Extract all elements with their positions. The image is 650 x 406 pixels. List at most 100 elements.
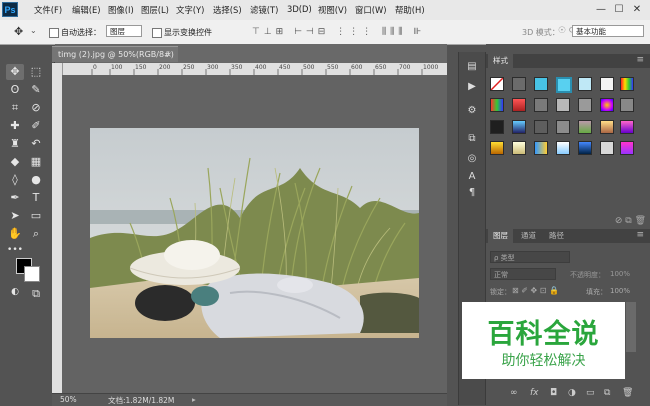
adjustments-icon[interactable]: ⚙: [465, 104, 479, 118]
maximize-button[interactable]: ☐: [612, 3, 626, 17]
style-swatch[interactable]: [600, 77, 614, 91]
gradient-tool[interactable]: ▦: [27, 154, 45, 170]
document-image[interactable]: [90, 128, 419, 338]
menu-edit[interactable]: 编辑(E): [72, 4, 101, 16]
background-color-swatch[interactable]: [24, 266, 40, 282]
marquee-tool[interactable]: ⬚: [27, 64, 45, 80]
magic-wand-tool[interactable]: ✎: [27, 82, 45, 98]
menu-3d[interactable]: 3D(D): [287, 4, 312, 14]
menu-file[interactable]: 文件(F): [34, 4, 62, 16]
show-transform-checkbox[interactable]: [152, 28, 162, 38]
style-swatch[interactable]: [556, 98, 570, 112]
type-tool[interactable]: T: [27, 190, 45, 206]
info-icon[interactable]: ◎: [465, 152, 479, 166]
actions-icon[interactable]: ▶: [465, 80, 479, 94]
style-swatch[interactable]: [512, 98, 526, 112]
paragraph-icon[interactable]: ¶: [465, 186, 479, 200]
style-swatch[interactable]: [600, 120, 614, 134]
style-swatch[interactable]: [620, 98, 634, 112]
menu-filter[interactable]: 滤镜(T): [250, 4, 278, 16]
history-brush-tool[interactable]: ↶: [27, 136, 45, 152]
opacity-value[interactable]: 100%: [610, 270, 630, 278]
workspace-dropdown[interactable]: 基本功能: [572, 25, 644, 37]
style-swatch-none[interactable]: [490, 77, 504, 91]
healing-tool[interactable]: ✚: [6, 118, 24, 134]
zoom-tool[interactable]: ⌕: [27, 226, 45, 242]
crop-tool[interactable]: ⌗: [6, 100, 24, 116]
style-swatch[interactable]: [578, 77, 592, 91]
layer-kind-filter[interactable]: ρ 类型: [490, 251, 570, 263]
style-swatch[interactable]: [534, 141, 548, 155]
style-swatch[interactable]: [490, 120, 504, 134]
style-swatch[interactable]: [578, 141, 592, 155]
style-swatch[interactable]: [600, 141, 614, 155]
style-swatch[interactable]: [600, 98, 614, 112]
tab-paths[interactable]: 路径: [544, 229, 569, 243]
eraser-tool[interactable]: ◆: [6, 154, 24, 170]
style-swatch[interactable]: [556, 77, 572, 93]
path-select-tool[interactable]: ➤: [6, 208, 24, 224]
delete-layer-icon[interactable]: 🗑: [622, 388, 633, 398]
rectangle-tool[interactable]: ▭: [27, 208, 45, 224]
new-layer-icon[interactable]: ⧉: [604, 388, 610, 398]
quick-mask-icon[interactable]: ◐: [6, 284, 24, 300]
move-tool[interactable]: ✥: [6, 64, 24, 80]
menu-view[interactable]: 视图(V): [318, 4, 347, 16]
style-swatch[interactable]: [490, 98, 504, 112]
style-swatch[interactable]: [620, 141, 634, 155]
style-swatch[interactable]: [512, 77, 526, 91]
document-tab[interactable]: timg (2).jpg @ 50%(RGB/8#) ×: [52, 46, 178, 62]
brush-tool[interactable]: ✐: [27, 118, 45, 134]
lasso-tool[interactable]: ʘ: [6, 82, 24, 98]
style-swatch[interactable]: [578, 120, 592, 134]
move-tool-icon[interactable]: ✥: [14, 25, 23, 38]
new-group-icon[interactable]: ▭: [586, 388, 595, 398]
menu-window[interactable]: 窗口(W): [355, 4, 387, 16]
stamp-tool[interactable]: ♜: [6, 136, 24, 152]
style-swatch[interactable]: [578, 98, 592, 112]
menu-select[interactable]: 选择(S): [213, 4, 242, 16]
style-swatch[interactable]: [512, 141, 526, 155]
dodge-tool[interactable]: ●: [27, 172, 45, 188]
panel-menu-icon[interactable]: ≡: [636, 55, 644, 65]
style-swatch[interactable]: [512, 120, 526, 134]
auto-select-dropdown[interactable]: 图层: [106, 25, 142, 37]
history-icon[interactable]: ▤: [465, 60, 479, 74]
menu-type[interactable]: 文字(Y): [176, 4, 204, 16]
align-icons[interactable]: ⊤⊥⊞ ⊢⊣⊟ ⋮⋮⋮ ⫼⫼⫼ ⊪: [252, 27, 425, 37]
link-layers-icon[interactable]: ∞: [510, 388, 518, 398]
layers-menu-icon[interactable]: ≡: [636, 230, 644, 240]
pen-tool[interactable]: ✒: [6, 190, 24, 206]
styles-footer-icons[interactable]: ⊘ ⧉ 🗑: [490, 216, 646, 228]
style-swatch[interactable]: [534, 77, 548, 91]
style-swatch[interactable]: [490, 141, 504, 155]
menu-image[interactable]: 图像(I): [108, 4, 134, 16]
menu-layer[interactable]: 图层(L): [141, 4, 169, 16]
menu-help[interactable]: 帮助(H): [395, 4, 425, 16]
document-size[interactable]: 文档:1.82M/1.82M: [108, 395, 174, 406]
screen-mode-icon[interactable]: ⧉: [27, 286, 45, 302]
blend-mode-select[interactable]: 正常: [490, 268, 556, 280]
adjustment-layer-icon[interactable]: ◑: [568, 388, 576, 398]
layers-scrollbar[interactable]: [626, 302, 636, 352]
style-swatch[interactable]: [534, 120, 548, 134]
style-swatch[interactable]: [556, 141, 570, 155]
zoom-level[interactable]: 50%: [60, 395, 77, 404]
more-tools-icon[interactable]: •••: [6, 242, 24, 258]
tab-layers[interactable]: 图层: [488, 229, 513, 243]
hand-tool[interactable]: ✋: [6, 226, 24, 242]
blur-tool[interactable]: ◊: [6, 172, 24, 188]
properties-icon[interactable]: ⧉: [465, 132, 479, 146]
add-mask-icon[interactable]: ◘: [550, 388, 557, 398]
status-menu-icon[interactable]: ▸: [192, 395, 196, 404]
style-swatch[interactable]: [556, 120, 570, 134]
fill-value[interactable]: 100%: [610, 287, 630, 295]
style-swatch[interactable]: [620, 120, 634, 134]
fx-icon[interactable]: fx: [530, 388, 539, 398]
minimize-button[interactable]: —: [594, 3, 608, 17]
tab-channels[interactable]: 通道: [516, 229, 541, 243]
character-icon[interactable]: A: [465, 170, 479, 184]
close-window-button[interactable]: ✕: [630, 3, 644, 17]
lock-icons[interactable]: ⊠ ✐ ✥ ⊡ 🔒: [512, 286, 559, 295]
eyedropper-tool[interactable]: ⊘: [27, 100, 45, 116]
